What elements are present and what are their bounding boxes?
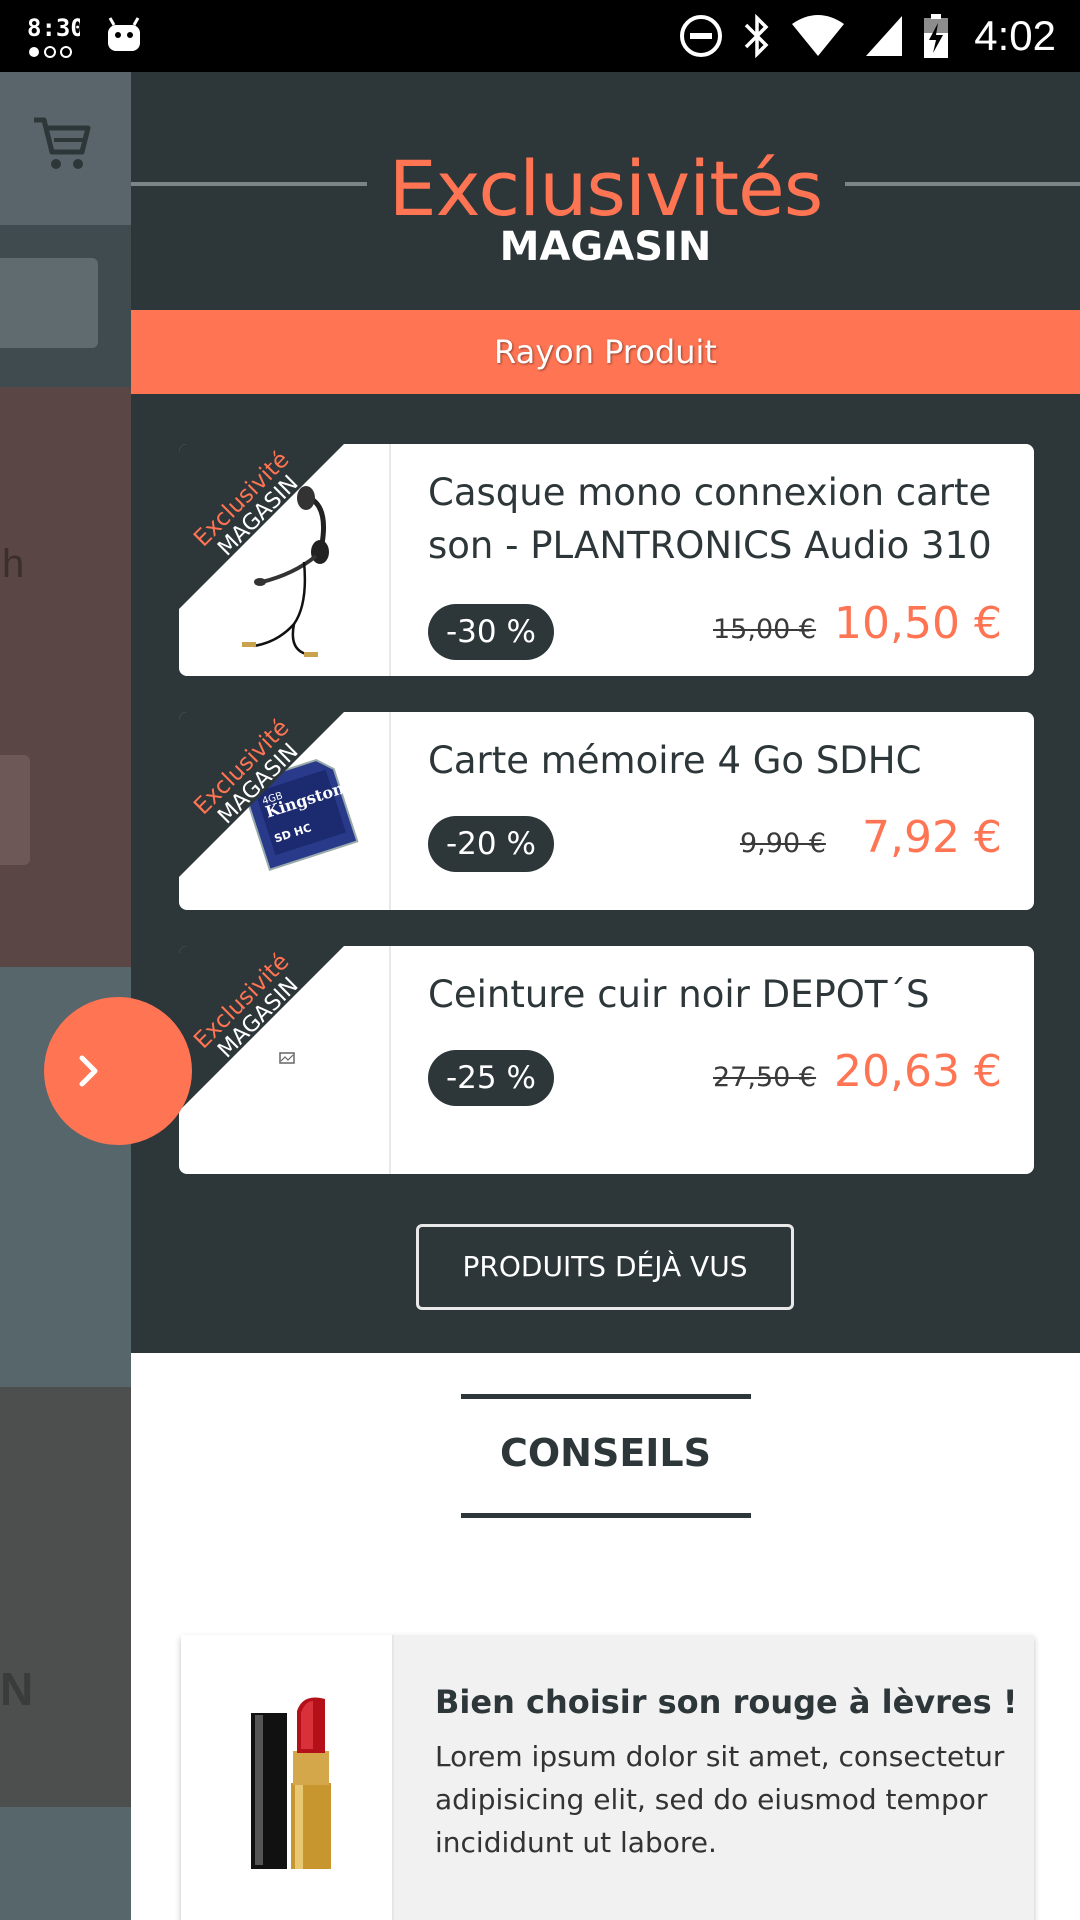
clock-time: 4:02: [974, 12, 1056, 59]
background-page: h N: [0, 72, 131, 1920]
old-price: 15,00 €: [713, 614, 817, 645]
section-title: CONSEILS: [499, 1431, 712, 1475]
section-divider: [461, 1513, 751, 1518]
background-button[interactable]: [0, 755, 30, 865]
cart-icon[interactable]: [32, 114, 92, 174]
seen-products-button[interactable]: PRODUITS DÉJÀ VUS: [416, 1224, 794, 1310]
android-icon: [108, 17, 140, 51]
background-section: [0, 1807, 131, 1920]
product-title: Ceinture cuir noir DEPOT´S: [428, 973, 930, 1016]
battery-charging-icon: [924, 14, 949, 58]
chevron-right-icon: [79, 1055, 98, 1087]
exclusives-panel: Exclusivités MAGASIN Rayon Produit Exclu…: [131, 72, 1080, 1920]
exclusive-ribbon: Exclusivité MAGASIN: [179, 946, 344, 1111]
advice-card[interactable]: Bien choisir son rouge à lèvres ! Lorem …: [181, 1635, 1034, 1920]
product-card[interactable]: Exclusivité MAGASIN Ceinture cuir noir DE…: [179, 946, 1034, 1174]
clock-widget-icon: 8:30: [26, 10, 85, 60]
page-title: Exclusivités: [388, 144, 824, 233]
background-search-field[interactable]: [0, 258, 98, 348]
advice-text: Lorem ipsum dolor sit amet, consectetur …: [435, 1740, 1005, 1859]
lipstick-image: [251, 1697, 331, 1869]
exclusive-ribbon: Exclusivité MAGASIN: [179, 444, 344, 609]
wifi-icon: [792, 15, 845, 56]
discount-badge: -25 %: [428, 1050, 554, 1106]
product-title: Carte mémoire 4 Go SDHC: [428, 739, 922, 782]
new-price: 10,50 €: [834, 598, 1002, 649]
old-price: 9,90 €: [740, 828, 826, 859]
discount-badge: -20 %: [428, 816, 554, 872]
advice-title: Bien choisir son rouge à lèvres !: [435, 1683, 1018, 1721]
product-card[interactable]: Exclusivité MAGASIN Casque mono connexion…: [179, 444, 1034, 676]
background-text: h: [2, 542, 25, 586]
product-title: Casque mono connexion carte son - PLANTR…: [428, 471, 992, 567]
panel-header: Exclusivités MAGASIN: [131, 72, 1080, 310]
next-button[interactable]: [44, 997, 192, 1145]
page-subtitle: MAGASIN: [499, 224, 712, 270]
cell-signal-icon: [866, 16, 903, 56]
category-bar[interactable]: Rayon Produit: [131, 310, 1080, 394]
advice-section: CONSEILS Bien choisir son rouge à lèvres…: [131, 1353, 1080, 1920]
background-text: N: [0, 1663, 34, 1715]
new-price: 20,63 €: [834, 1046, 1002, 1097]
exclusive-ribbon: Exclusivité MAGASIN: [179, 712, 344, 877]
cart-bar[interactable]: [0, 72, 131, 225]
section-divider: [461, 1394, 751, 1399]
old-price: 27,50 €: [713, 1062, 817, 1093]
status-bar: 8:30 4:02: [0, 0, 1080, 72]
discount-badge: -30 %: [428, 604, 554, 660]
advice-thumbnail: [181, 1635, 394, 1920]
svg-text:8:30: 8:30: [27, 14, 80, 42]
background-section: [0, 387, 131, 967]
new-price: 7,92 €: [862, 812, 1002, 863]
dnd-icon: [680, 15, 723, 57]
bluetooth-icon: [745, 13, 769, 59]
product-card[interactable]: Kingston 4GB SD HC Exclusivité MAGASIN Ca…: [179, 712, 1034, 910]
background-section: [0, 1387, 131, 1807]
